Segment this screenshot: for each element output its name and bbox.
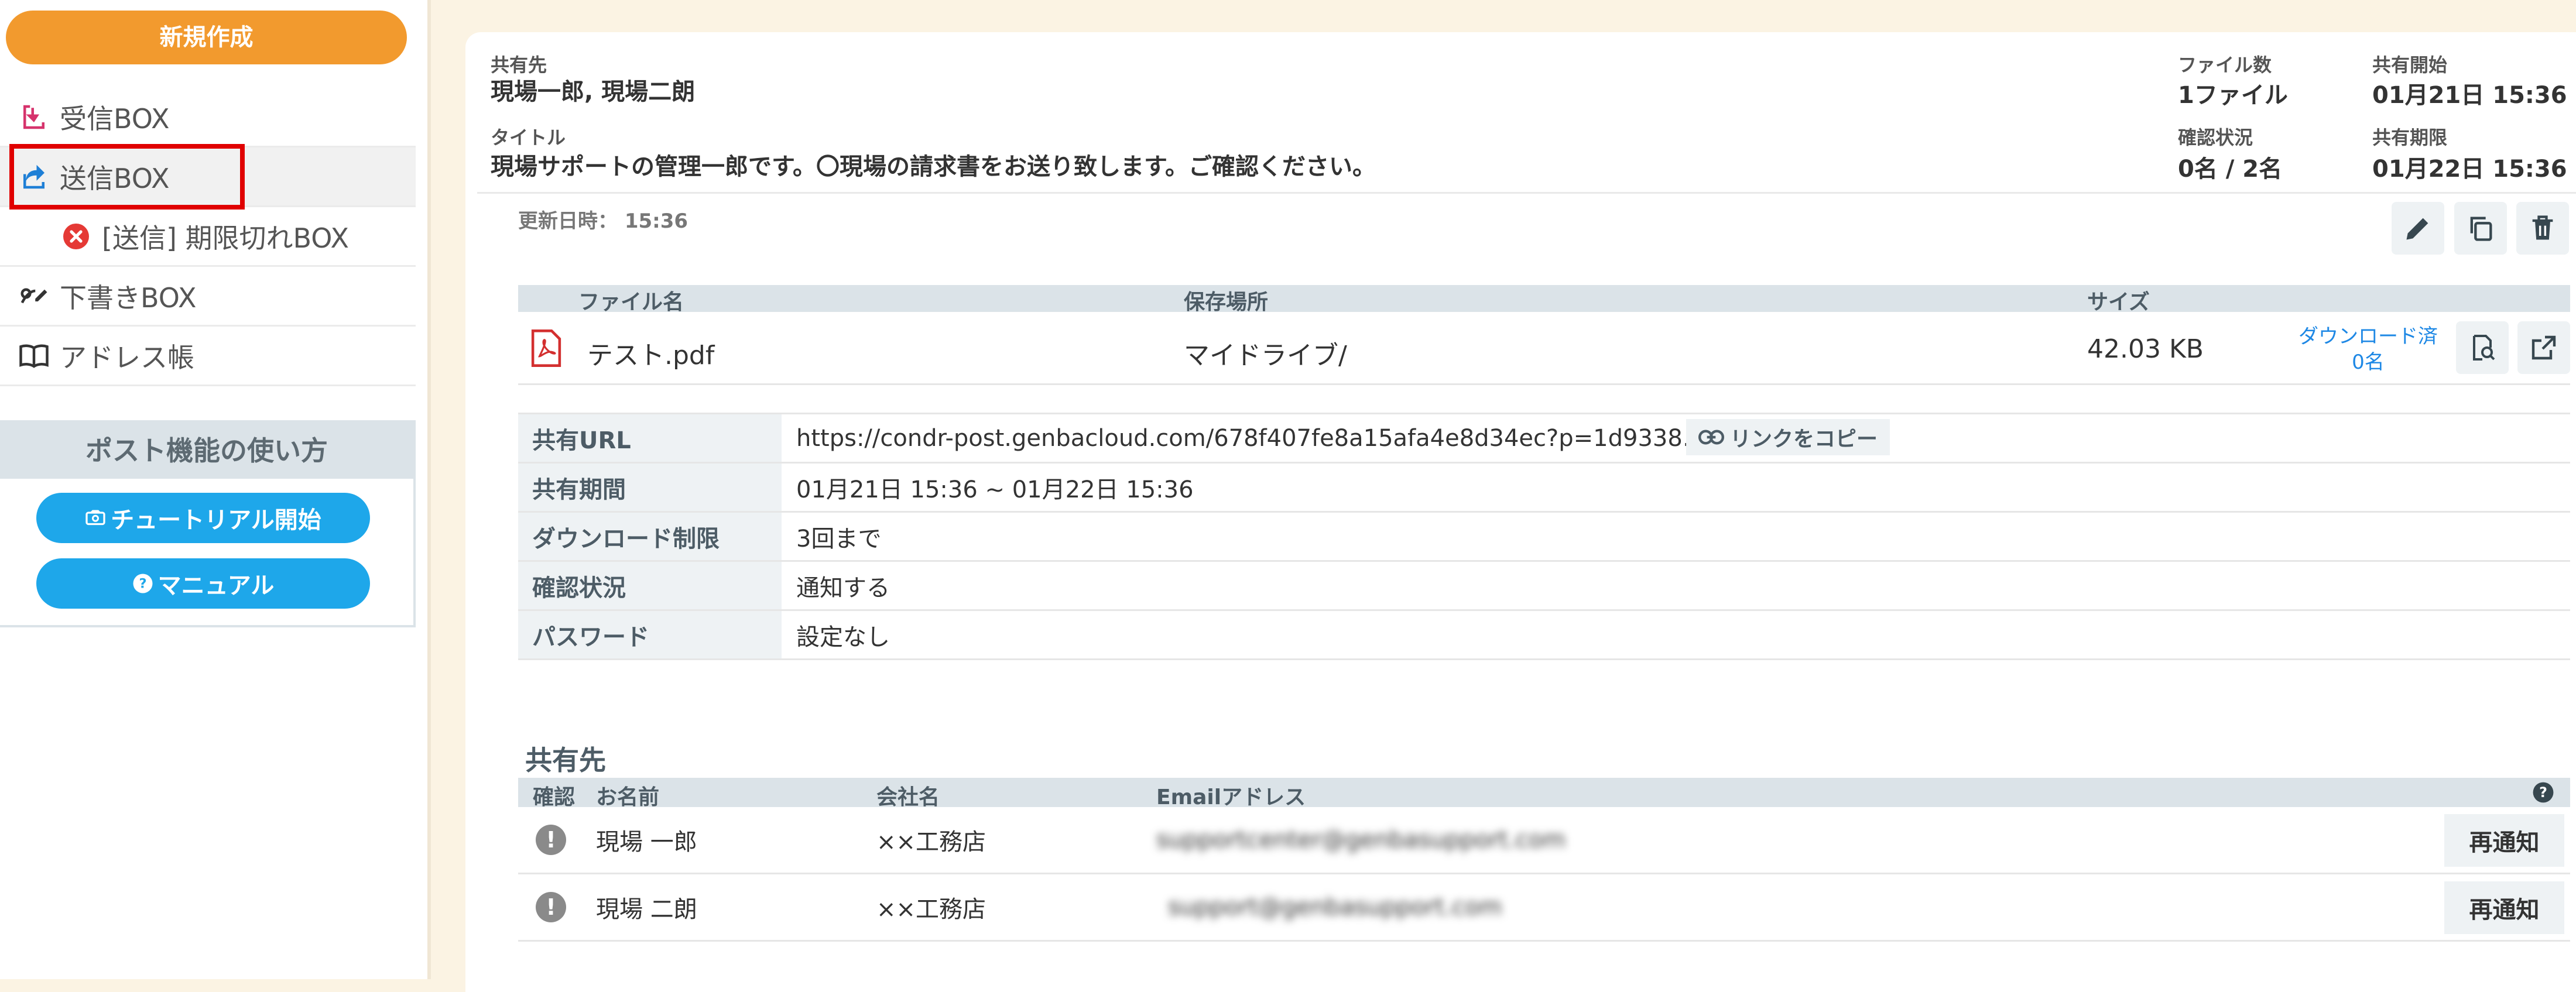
tutorial-label: チュートリアル開始 [111,507,321,534]
share-to-value: 現場一郎, 現場二朗 [491,78,696,105]
info-row-password: パスワード 設定なし [518,611,2570,660]
inbox-icon [16,99,52,135]
renotify-button[interactable]: 再通知 [2444,814,2564,867]
password-value: 設定なし [796,623,890,651]
svg-text:?: ? [2539,784,2547,801]
share-start-value: 01月21日 15:36 [2372,82,2567,109]
recipients-title: 共有先 [525,744,606,776]
share-start-label: 共有開始 [2372,54,2448,76]
col-filename: ファイル名 [578,290,684,314]
download-count: 0名 [2352,351,2385,374]
renotify-button[interactable]: 再通知 [2444,881,2564,934]
recipient-email: supportcenter@genbasupport.com [1156,826,1566,853]
share-end-value: 01月22日 15:36 [2372,156,2567,183]
book-icon [16,338,52,373]
file-size: 42.03 KB [2087,334,2204,364]
trash-icon [2532,215,2553,240]
pencil-icon [2406,218,2428,240]
sidebar-item-label: [送信] 期限切れBOX [102,222,350,254]
howto-title: ポスト機能の使い方 [0,423,413,479]
title-label: タイトル [491,126,566,149]
copy-icon [2470,217,2492,241]
pdf-icon [530,329,563,369]
recipient-email: support@genbasupport.com [1168,894,1502,921]
download-label: ダウンロード済 [2298,325,2438,348]
divider [518,383,2570,385]
edit-button[interactable] [2392,202,2444,255]
password-label: パスワード [518,611,782,658]
tutorial-icon [85,507,106,528]
share-end-label: 共有期限 [2372,126,2448,149]
col-size: サイズ [2087,290,2150,314]
help-icon[interactable]: ? [2532,781,2554,809]
confirm-status-value: 0名 / 2名 [2178,156,2283,183]
howto-panel: ポスト機能の使い方 チュートリアル開始 ? マニュアル [0,420,416,627]
col-company: 会社名 [876,785,940,809]
sidebar-item-label: アドレス帳 [60,341,194,373]
download-status[interactable]: ダウンロード済 0名 [2286,324,2450,375]
title-value: 現場サポートの管理一郎です。〇現場の請求書をお送り致します。ご確認ください。 [491,153,1376,180]
sidebar-item-inbox[interactable]: 受信BOX [0,88,416,147]
manual-button[interactable]: ? マニュアル [36,558,370,609]
recipient-row: ! 現場 一郎 ××工務店 supportcenter@genbasupport… [518,807,2570,874]
url-label: 共有URL [518,414,782,462]
confirm-value: 通知する [796,574,890,602]
highlight-box [9,144,245,210]
file-count-value: 1ファイル [2178,82,2288,109]
updated-time: 更新日時： 15:36 [518,205,688,234]
recipient-company: ××工務店 [876,896,986,923]
recipients-table-header: 確認 お名前 会社名 Emailアドレス ? [518,778,2570,809]
recipient-name: 現場 一郎 [596,829,697,856]
open-external-button[interactable] [2517,321,2570,374]
sidebar-item-label: 受信BOX [60,102,170,135]
period-value: 01月21日 15:36 ~ 01月22日 15:36 [796,476,1194,503]
new-create-button[interactable]: 新規作成 [6,11,407,64]
file-name[interactable]: テスト.pdf [587,334,714,372]
file-table-header: ファイル名 保存場所 サイズ [518,285,2570,314]
col-location: 保存場所 [1184,290,1269,314]
info-row-confirm: 確認状況 通知する [518,562,2570,611]
x-circle-icon [59,219,94,254]
info-row-url: 共有URL https://condr-post.genbacloud.com/… [518,414,2570,464]
question-icon: ? [132,573,153,594]
link-icon [1698,430,1724,445]
preview-button[interactable] [2456,321,2509,374]
info-row-limit: ダウンロード制限 3回まで [518,513,2570,562]
updated-label: 更新日時： [518,210,618,233]
draft-icon [16,279,52,314]
url-value: https://condr-post.genbacloud.com/678f40… [796,424,1706,452]
recipient-company: ××工務店 [876,829,986,856]
header-divider [477,192,2576,194]
period-label: 共有期間 [518,464,782,511]
recipient-name: 現場 二朗 [596,896,697,923]
copy-link-button[interactable]: リンクをコピー [1686,419,1890,455]
col-name: お名前 [596,785,660,809]
copy-button[interactable] [2454,202,2507,255]
file-count-label: ファイル数 [2178,54,2272,76]
unconfirmed-icon: ! [536,874,566,940]
col-confirm: 確認 [533,785,576,809]
delete-button[interactable] [2516,202,2569,255]
preview-icon [2473,335,2495,361]
tutorial-button[interactable]: チュートリアル開始 [36,493,370,543]
updated-value: 15:36 [624,210,688,233]
sidebar-item-expired[interactable]: [送信] 期限切れBOX [0,207,416,267]
sidebar-item-label: 下書きBOX [60,282,197,314]
file-location: マイドライブ/ [1184,341,1347,370]
limit-value: 3回まで [796,525,882,552]
recipient-row: ! 現場 二朗 ××工務店 support@genbasupport.com 再… [518,874,2570,942]
sidebar-item-address-book[interactable]: アドレス帳 [0,327,416,386]
unconfirmed-icon: ! [536,807,566,873]
file-row: テスト.pdf マイドライブ/ 42.03 KB ダウンロード済 0名 [518,312,2570,383]
sidebar-item-drafts[interactable]: 下書きBOX [0,267,416,327]
copy-link-label: リンクをコピー [1729,427,1878,451]
col-email: Emailアドレス [1156,785,1306,809]
confirm-label: 確認状況 [518,562,782,609]
external-link-icon [2532,335,2556,360]
svg-text:?: ? [139,576,146,592]
manual-label: マニュアル [157,572,275,599]
limit-label: ダウンロード制限 [518,513,782,560]
confirm-status-label: 確認状況 [2178,126,2253,149]
info-row-period: 共有期間 01月21日 15:36 ~ 01月22日 15:36 [518,464,2570,513]
